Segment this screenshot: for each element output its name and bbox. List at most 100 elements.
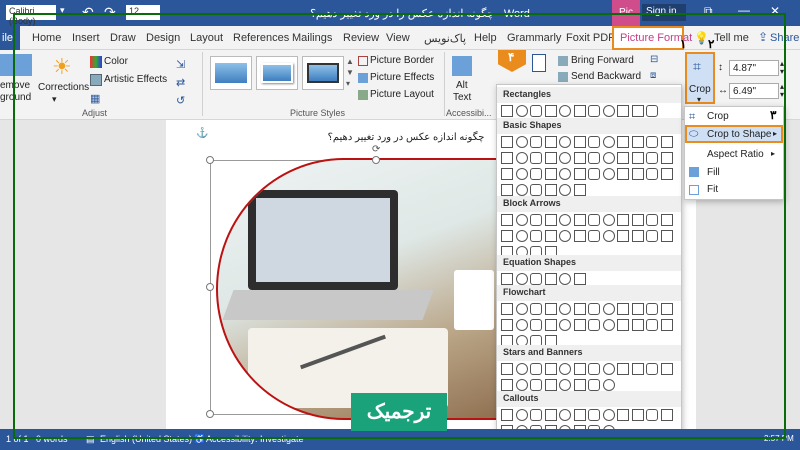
alt-text-icon[interactable] [452, 56, 472, 76]
crop-menu-item[interactable]: Crop [707, 111, 729, 122]
shape-option[interactable] [544, 319, 557, 331]
shape-option[interactable] [602, 363, 615, 375]
fill-item[interactable]: Fill [707, 167, 720, 178]
shape-option[interactable] [573, 184, 586, 196]
shape-option[interactable] [530, 214, 542, 226]
shape-option[interactable] [631, 409, 644, 421]
tab-draw[interactable]: Draw [110, 32, 136, 44]
reset-picture-icon[interactable]: ↺ [176, 94, 185, 107]
shape-option[interactable] [617, 303, 629, 315]
shape-option[interactable] [588, 105, 600, 117]
shape-option[interactable] [544, 105, 557, 117]
shape-option[interactable] [530, 105, 542, 117]
tab-grammarly[interactable]: Grammarly [507, 32, 561, 44]
font-dropdown-icon[interactable]: ▾ [60, 5, 72, 20]
shape-option[interactable] [602, 105, 615, 117]
shape-option[interactable] [530, 379, 542, 391]
shape-option[interactable] [588, 409, 600, 421]
picture-effects-button[interactable]: Picture Effects [370, 72, 434, 83]
shape-option[interactable] [588, 230, 600, 242]
shape-option[interactable] [544, 303, 557, 315]
shape-option[interactable] [660, 136, 673, 148]
shape-option[interactable] [617, 363, 629, 375]
shape-option[interactable] [515, 273, 528, 285]
shape-option[interactable] [617, 168, 629, 180]
shape-option[interactable] [544, 136, 557, 148]
shape-option[interactable] [515, 363, 528, 375]
resize-handle[interactable] [206, 410, 214, 418]
shape-option[interactable] [660, 152, 673, 164]
shape-option[interactable] [602, 303, 615, 315]
shape-option[interactable] [646, 214, 658, 226]
transparency-icon[interactable]: ▦ [90, 92, 100, 105]
style-gallery-item[interactable] [256, 56, 298, 90]
shape-option[interactable] [573, 105, 586, 117]
shape-option[interactable] [631, 105, 644, 117]
shape-option[interactable] [559, 168, 571, 180]
alt-text-label-1[interactable]: Alt [456, 80, 468, 91]
shape-option[interactable] [646, 363, 658, 375]
corrections-button[interactable]: Corrections [38, 82, 89, 93]
shape-option[interactable] [588, 363, 600, 375]
shape-option[interactable] [617, 409, 629, 421]
shape-option[interactable] [544, 168, 557, 180]
tab-tell-me[interactable]: Tell me [714, 32, 749, 44]
shape-option[interactable] [559, 230, 571, 242]
tab-design[interactable]: Design [146, 32, 180, 44]
shape-option[interactable] [646, 152, 658, 164]
shape-option[interactable] [544, 363, 557, 375]
style-gallery-item[interactable] [210, 56, 252, 90]
artistic-effects-icon[interactable] [90, 74, 102, 86]
crop-to-shape-item[interactable]: ⬭ Crop to Shape ▸ [685, 125, 783, 143]
shape-option[interactable] [559, 136, 571, 148]
shape-option[interactable] [573, 152, 586, 164]
shape-option[interactable] [602, 136, 615, 148]
shape-option[interactable] [660, 168, 673, 180]
shape-option[interactable] [515, 136, 528, 148]
redo-icon[interactable]: ↷ [104, 4, 116, 21]
shape-option[interactable] [660, 214, 673, 226]
shape-option[interactable] [602, 152, 615, 164]
shape-option[interactable] [530, 230, 542, 242]
shape-option[interactable] [501, 184, 513, 196]
shape-option[interactable] [501, 273, 513, 285]
shape-option[interactable] [631, 230, 644, 242]
shape-option[interactable] [573, 214, 586, 226]
send-backward-icon[interactable] [558, 72, 568, 82]
shape-option[interactable] [588, 214, 600, 226]
resize-handle[interactable] [206, 156, 214, 164]
shape-option[interactable] [530, 168, 542, 180]
language[interactable]: English (United States) [100, 434, 192, 444]
resize-handle[interactable] [372, 156, 380, 164]
font-size-box[interactable]: 12 [126, 5, 160, 20]
shape-option[interactable] [530, 273, 542, 285]
minimize-icon[interactable]: — [738, 3, 750, 17]
shape-option[interactable] [660, 363, 673, 375]
shape-option[interactable] [631, 214, 644, 226]
shape-option[interactable] [544, 409, 557, 421]
share-icon[interactable]: ⇪ [758, 30, 768, 44]
tab-insert[interactable]: Insert [72, 32, 100, 44]
alt-text-label-2[interactable]: Text [453, 92, 471, 103]
shape-option[interactable] [501, 409, 513, 421]
shape-option[interactable] [501, 363, 513, 375]
restore-icon[interactable]: ⧉ [704, 4, 713, 19]
shape-option[interactable] [573, 273, 586, 285]
shape-option[interactable] [515, 379, 528, 391]
gallery-scroll-icon[interactable]: ▲ ▼ ▾ [346, 56, 354, 90]
shape-option[interactable] [515, 184, 528, 196]
shape-option[interactable] [530, 152, 542, 164]
sign-in-button[interactable]: Sign in [642, 4, 686, 21]
shape-option[interactable] [515, 152, 528, 164]
shape-option[interactable] [660, 303, 673, 315]
shape-option[interactable] [588, 379, 600, 391]
tab-review[interactable]: Review [343, 32, 379, 44]
bring-forward-icon[interactable] [558, 56, 568, 66]
group-objects-icon[interactable]: ⧈ [650, 70, 656, 81]
shape-option[interactable] [646, 230, 658, 242]
shape-option[interactable] [530, 303, 542, 315]
color-button[interactable]: Color [104, 56, 128, 67]
shape-option[interactable] [646, 409, 658, 421]
shape-option[interactable] [602, 230, 615, 242]
shape-option[interactable] [573, 379, 586, 391]
